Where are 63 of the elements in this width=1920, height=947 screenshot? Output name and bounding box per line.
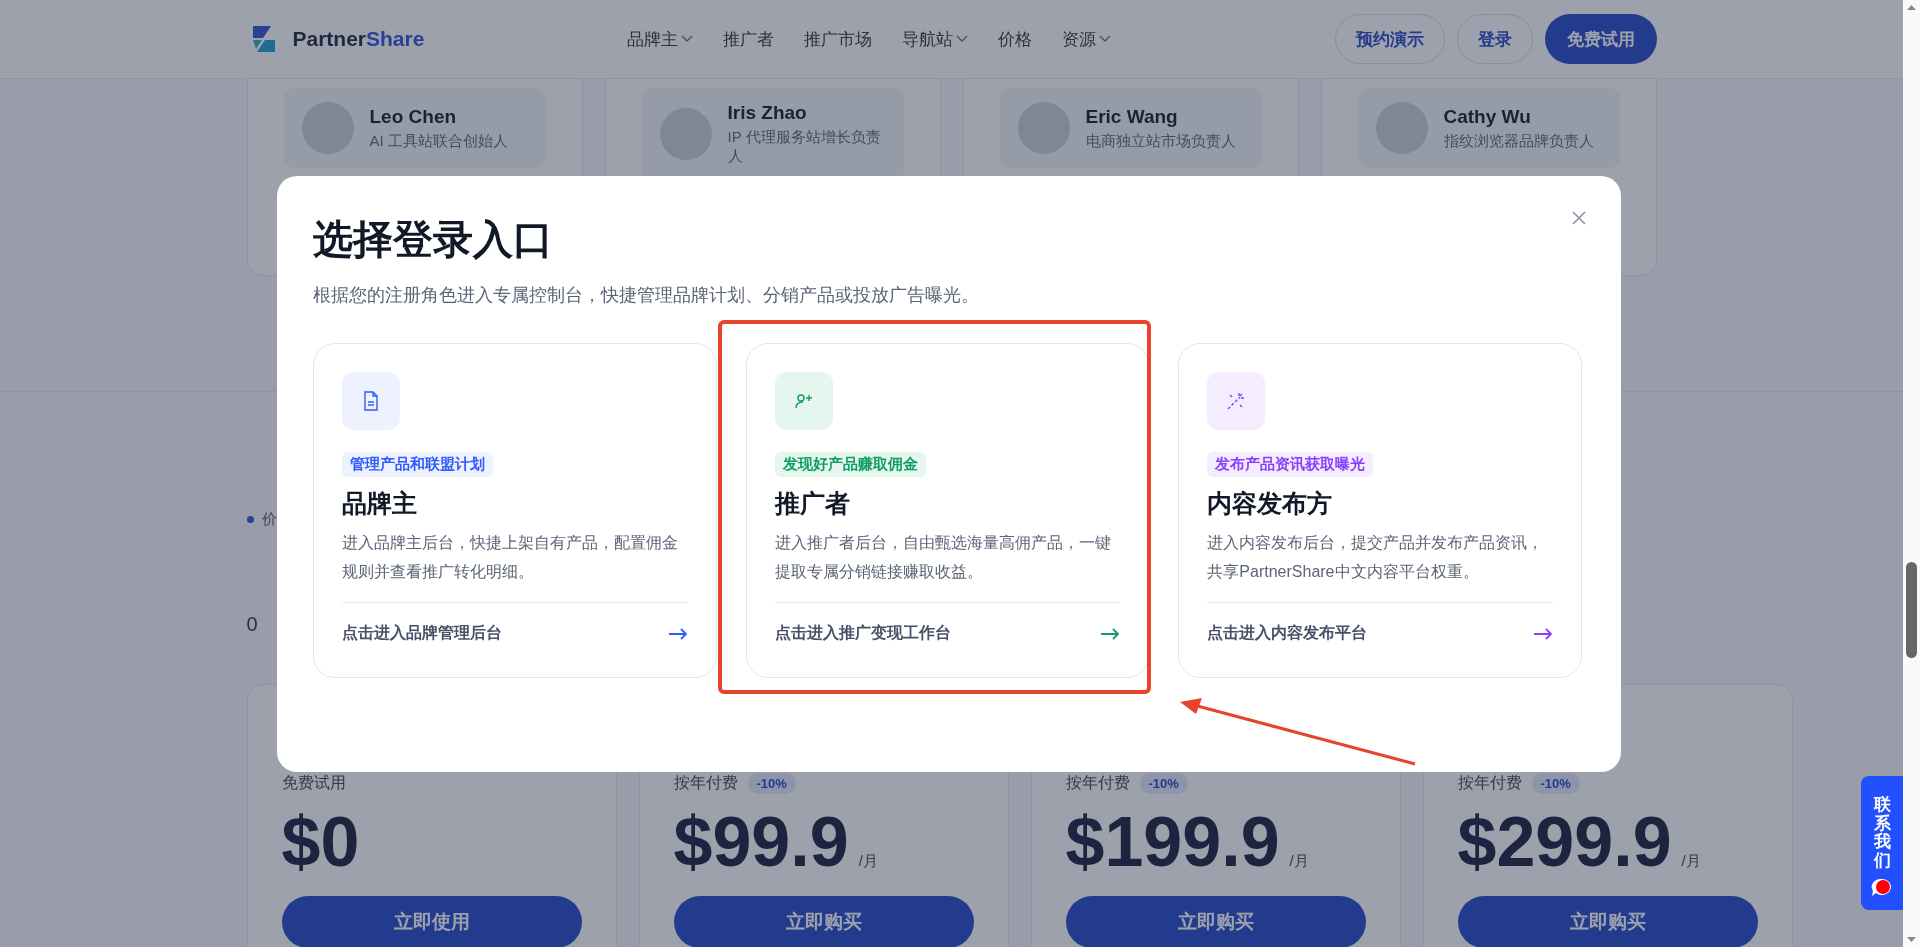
role-link[interactable]: 点击进入内容发布平台 xyxy=(1207,623,1368,644)
nav-link[interactable]: 推广者 xyxy=(722,27,774,51)
role-title: 品牌主 xyxy=(342,488,418,519)
price-unit: /月 xyxy=(1681,852,1701,871)
brand-name[interactable]: PartnerShare xyxy=(292,27,425,51)
person-name: Iris Zhao xyxy=(727,102,808,124)
nav-link[interactable]: 价格 xyxy=(997,27,1032,51)
person-role: AI 工具站联合创始人 xyxy=(369,131,508,151)
plan-label: 免费试用 xyxy=(281,773,346,793)
nav-link[interactable]: 推广市场 xyxy=(803,27,872,51)
scrollbar[interactable] xyxy=(1903,0,1920,947)
role-title: 内容发布方 xyxy=(1207,488,1334,519)
role-description: 进入内容发布后台，提交产品并发布产品资讯，共享PartnerShare中文内容平台权重。 xyxy=(1207,533,1545,582)
role-card[interactable]: 发布产品资讯获取曝光 内容发布方 进入内容发布后台，提交产品并发布产品资讯，共享PartnerShare中文内容平台权重。 点击进入内容发布平台 xyxy=(1178,343,1582,678)
role-tag: 管理产品和联盟计划 xyxy=(342,452,493,477)
bullet-icon xyxy=(246,516,254,523)
nav-link[interactable]: 品牌主 xyxy=(626,27,693,51)
person-name: Cathy Wu xyxy=(1443,105,1532,128)
price-unit: /月 xyxy=(1289,852,1309,871)
plan-label: 按年付费 xyxy=(673,773,738,793)
role-link[interactable]: 点击进入推广变现工作台 xyxy=(774,623,951,644)
plan-button[interactable]: 立即使用 xyxy=(281,896,582,947)
nav-link[interactable]: 资源 xyxy=(1061,27,1111,51)
plan-label: 按年付费 xyxy=(1457,773,1522,793)
contact-label: 联系我们 xyxy=(1873,796,1891,871)
plan-button[interactable]: 立即购买 xyxy=(1457,896,1758,947)
plan-button[interactable]: 立即购买 xyxy=(673,896,974,947)
discount-badge: -10% xyxy=(747,773,796,794)
person-name: Eric Wang xyxy=(1085,105,1179,128)
price-amount: $0 xyxy=(281,802,360,882)
scrollbar-thumb[interactable] xyxy=(1906,562,1917,658)
plan-button[interactable]: 立即购买 xyxy=(1065,896,1366,947)
section-label: 价 xyxy=(261,510,277,529)
document-icon xyxy=(362,391,380,411)
person-role: 指纹浏览器品牌负责人 xyxy=(1443,131,1594,151)
dialog-subtitle: 根据您的注册角色进入专属控制台，快捷管理品牌计划、分销产品或投放广告曝光。 xyxy=(313,284,980,307)
close-icon[interactable] xyxy=(1571,210,1587,226)
role-card[interactable]: 管理产品和联盟计划 品牌主 进入品牌主后台，快捷上架自有产品，配置佣金规则并查看推广转化明细。 点击进入品牌管理后台 xyxy=(313,343,717,678)
discount-badge: -10% xyxy=(1139,773,1188,794)
plan-label: 按年付费 xyxy=(1065,773,1130,793)
role-tag: 发布产品资讯获取曝光 xyxy=(1207,452,1374,477)
user-plus-icon xyxy=(793,392,814,410)
role-link[interactable]: 点击进入品牌管理后台 xyxy=(342,623,502,644)
chat-bubble-icon xyxy=(1870,876,1894,899)
role-title: 推广者 xyxy=(774,488,851,519)
person-role: IP 代理服务站增长负责人 xyxy=(727,128,882,166)
section-subtitle: 0 xyxy=(246,613,258,636)
header-button[interactable]: 预约演示 xyxy=(1334,14,1445,64)
role-description: 进入推广者后台，自由甄选海量高佣产品，一键提取专属分销链接赚取收益。 xyxy=(774,533,1112,582)
person-name: Leo Chen xyxy=(369,105,458,128)
header-button[interactable]: 免费试用 xyxy=(1544,14,1657,64)
header-button[interactable]: 登录 xyxy=(1456,14,1533,64)
price-amount: $299.9 xyxy=(1457,802,1672,882)
role-description: 进入品牌主后台，快捷上架自有产品，配置佣金规则并查看推广转化明细。 xyxy=(342,533,679,582)
contact-tab[interactable]: 联系我们 xyxy=(1861,776,1903,910)
role-tag: 发现好产品赚取佣金 xyxy=(774,452,926,477)
discount-badge: -10% xyxy=(1531,773,1580,794)
price-unit: /月 xyxy=(858,852,878,871)
price-amount: $99.9 xyxy=(673,802,849,882)
nav-link[interactable]: 导航站 xyxy=(901,27,968,51)
person-role: 电商独立站市场负责人 xyxy=(1085,131,1236,151)
dialog-title: 选择登录入口 xyxy=(313,216,553,263)
price-amount: $199.9 xyxy=(1065,802,1280,882)
